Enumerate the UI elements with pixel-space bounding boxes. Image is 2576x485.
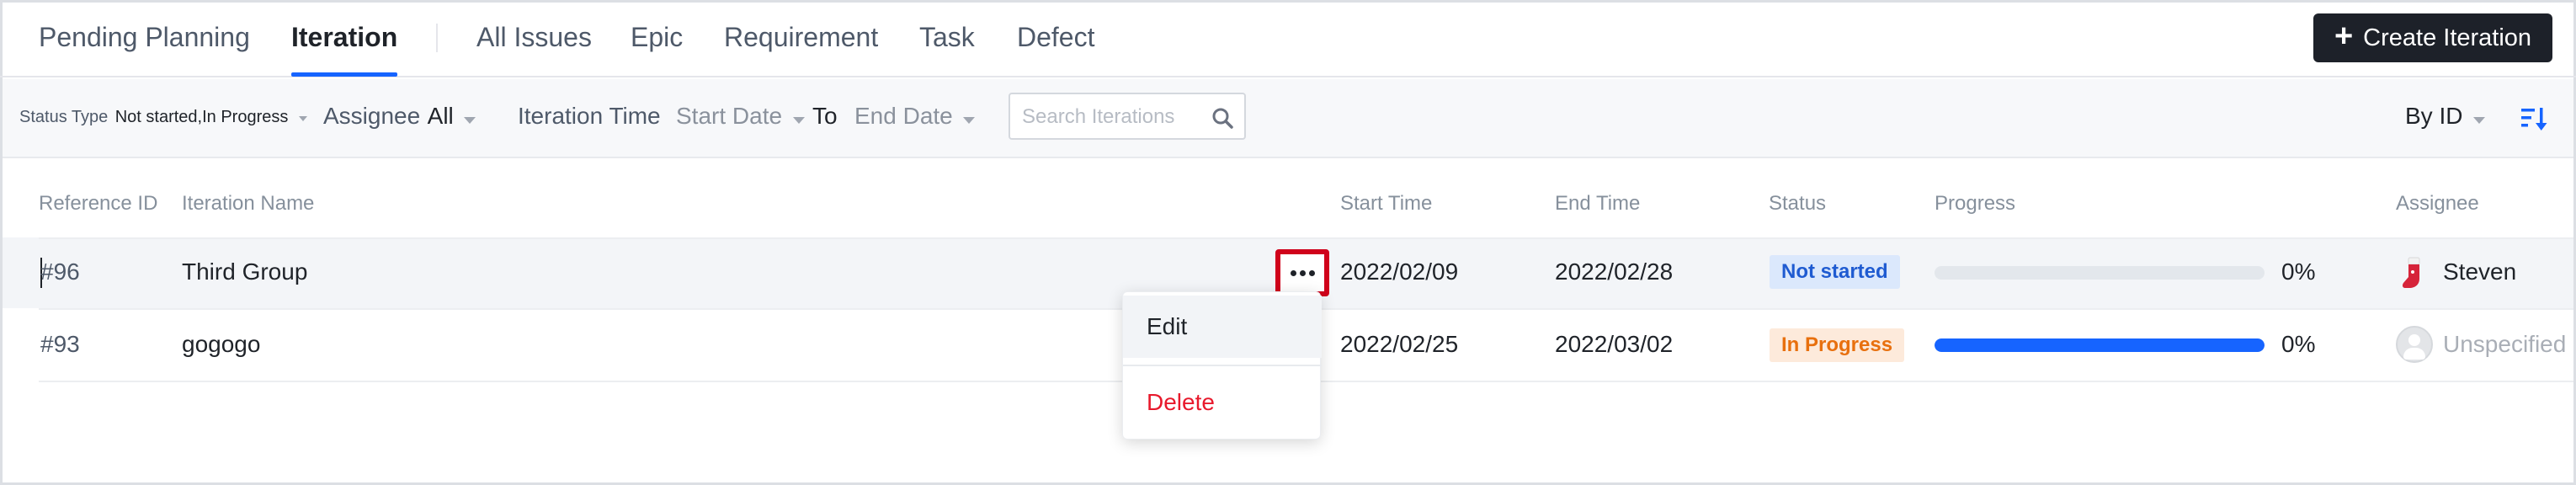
tab-requirement[interactable]: Requirement [724,22,878,53]
status-badge: Not started [1770,255,1900,289]
avatar-body [2403,348,2425,360]
chevron-down-icon [963,116,976,124]
column-header-start-time: Start Time [1340,192,1433,215]
more-dot [1299,269,1306,276]
menu-item-edit[interactable]: Edit [1123,296,1322,358]
sort-descending-icon[interactable] [2520,104,2548,133]
create-iteration-button[interactable]: + Create Iteration [2313,13,2552,62]
sort-by-label: By ID [2405,103,2463,129]
tab-iteration[interactable]: Iteration [291,22,397,53]
sock-avatar-icon [2402,257,2420,288]
active-tab-indicator [291,72,397,77]
end-date-picker[interactable]: End Date [854,103,976,130]
create-iteration-label: Create Iteration [2363,24,2532,51]
column-header-assignee: Assignee [2396,192,2479,215]
chevron-down-icon [792,116,805,124]
more-actions-button[interactable] [1275,249,1329,296]
column-header-progress: Progress [1935,192,2016,215]
end-date-placeholder: End Date [854,103,953,129]
status-type-value: Not started,In Progress [114,108,289,126]
tab-pending-planning[interactable]: Pending Planning [39,22,250,53]
progress-fill [1935,338,2265,352]
tab-defect[interactable]: Defect [1017,22,1094,53]
more-dot [1308,269,1315,276]
assignee-filter-label: Assignee [323,103,421,129]
chevron-down-icon [298,115,307,121]
status-badge: In Progress [1770,328,1905,362]
row-iteration-name[interactable]: gogogo [182,331,260,358]
search-box [1009,93,1246,140]
assignee-filter-value: All [427,103,454,129]
row-end-time: 2022/03/02 [1555,331,1674,357]
sort-by-dropdown[interactable]: By ID [2405,103,2485,130]
empty-user-avatar-icon [2396,326,2433,363]
row-assignee[interactable]: Unspecified [2443,331,2566,358]
search-input[interactable] [1022,104,1207,130]
row-assignee[interactable]: Steven [2443,258,2516,285]
tab-task[interactable]: Task [919,22,975,53]
iteration-time-label: Iteration Time [518,103,661,129]
column-header-iteration-name: Iteration Name [182,192,315,215]
assignee-filter[interactable]: Assignee All [323,103,476,130]
plus-icon: + [2334,19,2354,54]
column-header-reference-id: Reference ID [39,192,158,215]
row-reference-id[interactable]: #96 [40,258,80,285]
filter-bar: Status Type Not started,In Progress Assi… [3,79,2573,158]
progress-bar [1935,266,2265,280]
to-label: To [812,103,838,129]
row-actions-menu: Edit Delete [1122,291,1322,440]
row-iteration-name[interactable]: Third Group [182,258,307,285]
chevron-down-icon [464,116,476,124]
progress-text: 0% [2281,331,2316,357]
status-type-filter[interactable]: Status Type Not started,In Progress [19,108,307,127]
tab-all-issues[interactable]: All Issues [476,22,592,53]
column-header-status: Status [1769,192,1827,215]
start-date-placeholder: Start Date [676,103,783,129]
progress-text: 0% [2281,258,2316,285]
column-header-end-time: End Time [1555,192,1641,215]
search-icon[interactable] [1211,106,1234,130]
start-date-picker[interactable]: Start Date [676,103,805,130]
row-end-time: 2022/02/28 [1555,258,1674,285]
row-divider [39,237,2573,239]
chevron-down-icon [2472,116,2485,124]
status-type-label: Status Type [19,108,109,126]
nav-divider [436,24,438,52]
more-dot [1290,269,1296,276]
row-reference-id[interactable]: #93 [40,331,80,358]
avatar-head [2408,334,2420,346]
row-start-time: 2022/02/09 [1340,258,1459,285]
tab-epic[interactable]: Epic [631,22,683,53]
progress-bar [1935,338,2265,352]
row-start-time: 2022/02/25 [1340,331,1459,357]
menu-divider [1123,365,1322,366]
top-nav: Pending Planning Iteration All Issues Ep… [0,0,2576,77]
menu-item-delete[interactable]: Delete [1123,371,1322,434]
